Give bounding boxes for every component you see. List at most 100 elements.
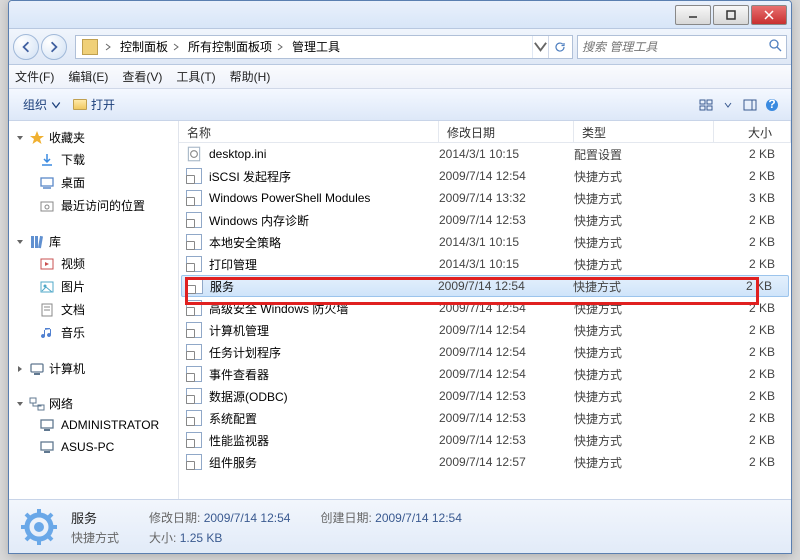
body: 收藏夹 下载桌面最近访问的位置 库 视频图片文档音乐 计算机 bbox=[9, 121, 791, 499]
file-size: 2 KB bbox=[714, 345, 791, 359]
preview-pane-button[interactable] bbox=[739, 94, 761, 116]
sidebar-item-favorites[interactable]: 桌面 bbox=[9, 171, 178, 194]
breadcrumb-dropdown-button[interactable] bbox=[532, 36, 548, 58]
file-name: 组件服务 bbox=[209, 454, 439, 471]
library-icon bbox=[29, 234, 45, 250]
file-name: 计算机管理 bbox=[209, 322, 439, 339]
file-row[interactable]: 组件服务2009/7/14 12:57快捷方式2 KB bbox=[179, 451, 791, 473]
file-row[interactable]: 系统配置2009/7/14 12:53快捷方式2 KB bbox=[179, 407, 791, 429]
file-row[interactable]: 高级安全 Windows 防火墙2009/7/14 12:54快捷方式2 KB bbox=[179, 297, 791, 319]
file-name: 高级安全 Windows 防火墙 bbox=[209, 300, 439, 317]
col-type[interactable]: 类型 bbox=[574, 121, 714, 142]
breadcrumb[interactable]: 控制面板 所有控制面板项 管理工具 bbox=[75, 35, 573, 59]
file-row[interactable]: 计算机管理2009/7/14 12:54快捷方式2 KB bbox=[179, 319, 791, 341]
file-name: 本地安全策略 bbox=[209, 234, 439, 251]
file-row[interactable]: 服务2009/7/14 12:54快捷方式2 KB bbox=[181, 275, 789, 297]
maximize-button[interactable] bbox=[713, 5, 749, 25]
menu-tools[interactable]: 工具(T) bbox=[176, 68, 215, 85]
sidebar-item-libraries[interactable]: 图片 bbox=[9, 275, 178, 298]
file-row[interactable]: Windows 内存诊断2009/7/14 12:53快捷方式2 KB bbox=[179, 209, 791, 231]
file-size: 2 KB bbox=[714, 455, 791, 469]
file-size: 2 KB bbox=[714, 147, 791, 161]
menu-file[interactable]: 文件(F) bbox=[15, 68, 54, 85]
file-date: 2009/7/14 12:53 bbox=[439, 433, 574, 447]
sidebar-network[interactable]: 网络 bbox=[9, 393, 178, 414]
file-date: 2009/7/14 12:57 bbox=[439, 455, 574, 469]
sidebar-item-libraries[interactable]: 文档 bbox=[9, 298, 178, 321]
file-date: 2009/7/14 12:54 bbox=[439, 169, 574, 183]
sidebar-favorites[interactable]: 收藏夹 bbox=[9, 127, 178, 148]
file-icon bbox=[185, 234, 203, 250]
file-name: 系统配置 bbox=[209, 410, 439, 427]
menu-view[interactable]: 查看(V) bbox=[122, 68, 162, 85]
menu-help[interactable]: 帮助(H) bbox=[230, 68, 271, 85]
crumb-root[interactable] bbox=[78, 36, 116, 58]
sidebar-item-network[interactable]: ADMINISTRATOR bbox=[9, 414, 178, 436]
sidebar-item-label: ADMINISTRATOR bbox=[61, 418, 159, 432]
sidebar-label: 库 bbox=[49, 233, 61, 250]
details-pane: 服务 修改日期: 2009/7/14 12:54 创建日期: 2009/7/14… bbox=[9, 499, 791, 553]
titlebar bbox=[9, 1, 791, 29]
file-date: 2009/7/14 12:54 bbox=[438, 279, 573, 293]
file-row[interactable]: 任务计划程序2009/7/14 12:54快捷方式2 KB bbox=[179, 341, 791, 363]
file-row[interactable]: 打印管理2014/3/1 10:15快捷方式2 KB bbox=[179, 253, 791, 275]
file-type: 配置设置 bbox=[574, 146, 714, 163]
file-date: 2009/7/14 13:32 bbox=[439, 191, 574, 205]
view-dropdown-button[interactable] bbox=[717, 94, 739, 116]
file-row[interactable]: 数据源(ODBC)2009/7/14 12:53快捷方式2 KB bbox=[179, 385, 791, 407]
close-button[interactable] bbox=[751, 5, 787, 25]
sidebar-item-favorites[interactable]: 最近访问的位置 bbox=[9, 194, 178, 217]
file-date: 2009/7/14 12:54 bbox=[439, 323, 574, 337]
organize-button[interactable]: 组织 bbox=[17, 93, 67, 116]
search-box[interactable] bbox=[577, 35, 787, 59]
file-icon bbox=[185, 410, 203, 426]
sidebar-label: 计算机 bbox=[49, 360, 85, 377]
sidebar-item-favorites[interactable]: 下载 bbox=[9, 148, 178, 171]
crumb-item[interactable]: 所有控制面板项 bbox=[184, 36, 288, 58]
file-row[interactable]: desktop.ini2014/3/1 10:15配置设置2 KB bbox=[179, 143, 791, 165]
col-date[interactable]: 修改日期 bbox=[439, 121, 574, 142]
file-date: 2009/7/14 12:53 bbox=[439, 389, 574, 403]
chevron-down-icon bbox=[724, 98, 732, 112]
crumb-item[interactable]: 控制面板 bbox=[116, 36, 184, 58]
file-row[interactable]: iSCSI 发起程序2009/7/14 12:54快捷方式2 KB bbox=[179, 165, 791, 187]
view-mode-button[interactable] bbox=[695, 94, 717, 116]
file-icon bbox=[185, 146, 203, 162]
chevron-down-icon bbox=[51, 100, 61, 110]
sidebar-libraries[interactable]: 库 bbox=[9, 231, 178, 252]
refresh-button[interactable] bbox=[548, 36, 570, 58]
col-name[interactable]: 名称 bbox=[179, 121, 439, 142]
open-button[interactable]: 打开 bbox=[67, 93, 121, 116]
file-date: 2009/7/14 12:53 bbox=[439, 411, 574, 425]
sidebar-item-label: 文档 bbox=[61, 301, 85, 318]
file-row[interactable]: 性能监视器2009/7/14 12:53快捷方式2 KB bbox=[179, 429, 791, 451]
sidebar-computer[interactable]: 计算机 bbox=[9, 358, 178, 379]
sidebar-item-libraries[interactable]: 音乐 bbox=[9, 321, 178, 344]
file-icon bbox=[186, 278, 204, 294]
minimize-button[interactable] bbox=[675, 5, 711, 25]
star-icon bbox=[29, 130, 45, 146]
help-button[interactable]: ? bbox=[761, 94, 783, 116]
menu-edit[interactable]: 编辑(E) bbox=[68, 68, 108, 85]
file-name: 事件查看器 bbox=[209, 366, 439, 383]
col-size[interactable]: 大小 bbox=[714, 121, 791, 142]
gear-icon bbox=[19, 507, 59, 547]
back-button[interactable] bbox=[13, 34, 39, 60]
file-type: 快捷方式 bbox=[574, 366, 714, 383]
file-type: 快捷方式 bbox=[573, 278, 713, 295]
sidebar-item-libraries[interactable]: 视频 bbox=[9, 252, 178, 275]
crumb-item[interactable]: 管理工具 bbox=[288, 36, 344, 58]
document-icon bbox=[39, 302, 55, 318]
picture-icon bbox=[39, 279, 55, 295]
download-icon bbox=[39, 152, 55, 168]
file-row[interactable]: Windows PowerShell Modules2009/7/14 13:3… bbox=[179, 187, 791, 209]
toolbar: 组织 打开 ? bbox=[9, 89, 791, 121]
forward-button[interactable] bbox=[41, 34, 67, 60]
file-row[interactable]: 本地安全策略2014/3/1 10:15快捷方式2 KB bbox=[179, 231, 791, 253]
pc-icon bbox=[39, 417, 55, 433]
sidebar-item-label: 音乐 bbox=[61, 324, 85, 341]
sidebar-item-network[interactable]: ASUS-PC bbox=[9, 436, 178, 458]
file-row[interactable]: 事件查看器2009/7/14 12:54快捷方式2 KB bbox=[179, 363, 791, 385]
search-input[interactable] bbox=[582, 40, 768, 54]
open-icon bbox=[73, 99, 87, 110]
